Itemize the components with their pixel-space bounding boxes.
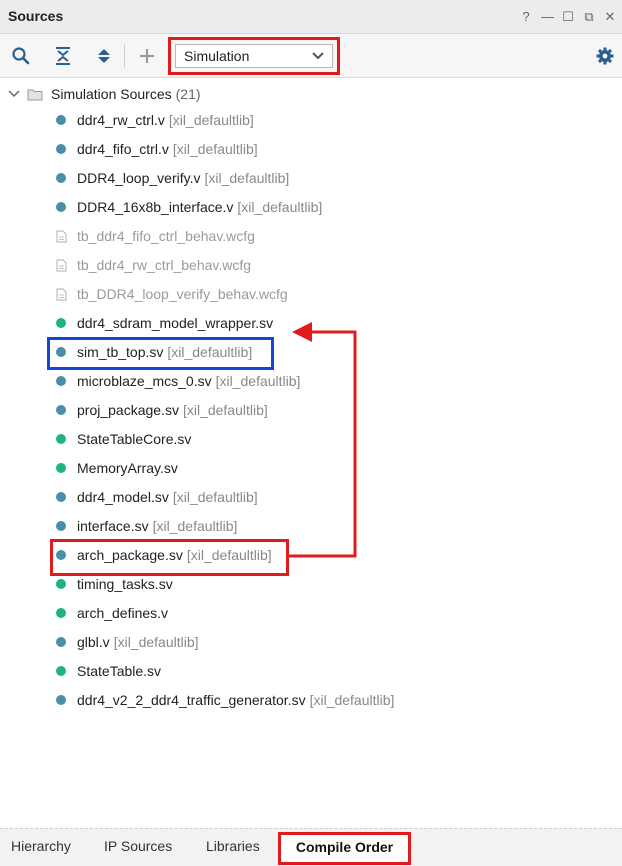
panel-title: Sources bbox=[8, 8, 64, 24]
tree-item-name: ddr4_rw_ctrl.v bbox=[77, 112, 165, 128]
status-dot-green-icon bbox=[56, 608, 66, 618]
tree-item[interactable]: StateTable.sv bbox=[56, 660, 161, 682]
tree-item-library: [xil_defaultlib] bbox=[172, 489, 258, 505]
file-icon bbox=[56, 230, 67, 242]
status-dot-blue-icon bbox=[56, 202, 66, 212]
file-icon bbox=[56, 259, 67, 271]
tree-item[interactable]: ddr4_v2_2_ddr4_traffic_generator.sv [xil_… bbox=[56, 689, 394, 711]
help-icon[interactable]: ? bbox=[520, 10, 532, 23]
tree-item-library: [xil_defaultlib] bbox=[152, 518, 238, 534]
tree-item-name: microblaze_mcs_0.sv bbox=[77, 373, 212, 389]
status-dot-green-icon bbox=[56, 579, 66, 589]
tree-item-name: proj_package.sv bbox=[77, 402, 179, 418]
float-icon[interactable]: ⧉ bbox=[583, 10, 595, 23]
bottom-tab-bar: Hierarchy IP Sources Libraries Compile O… bbox=[0, 828, 622, 866]
sources-toolbar: Simulation bbox=[0, 34, 622, 78]
tree-item-name: tb_ddr4_rw_ctrl_behav.wcfg bbox=[77, 257, 252, 273]
tree-root-simulation-sources[interactable]: Simulation Sources (21) bbox=[8, 84, 201, 104]
search-icon[interactable] bbox=[11, 46, 31, 66]
tree-item-name: DDR4_16x8b_interface.v bbox=[77, 199, 234, 215]
tree-item-library: [xil_defaultlib] bbox=[309, 692, 395, 708]
status-dot-blue-icon bbox=[56, 144, 66, 154]
status-dot-blue-icon bbox=[56, 405, 66, 415]
tree-item-name: glbl.v bbox=[77, 634, 110, 650]
close-icon[interactable]: ✕ bbox=[604, 10, 616, 23]
file-icon bbox=[56, 288, 67, 300]
tree-item-name: MemoryArray.sv bbox=[77, 460, 178, 476]
status-dot-green-icon bbox=[56, 318, 66, 328]
tree-item-name: ddr4_model.sv bbox=[77, 489, 169, 505]
tree-item-name: tb_ddr4_fifo_ctrl_behav.wcfg bbox=[77, 228, 255, 244]
gear-icon[interactable] bbox=[595, 46, 615, 66]
tab-ip-sources[interactable]: IP Sources bbox=[104, 838, 172, 854]
tree-item[interactable]: timing_tasks.sv bbox=[56, 573, 173, 595]
tree-item[interactable]: StateTableCore.sv bbox=[56, 428, 191, 450]
tree-item-name: ddr4_fifo_ctrl.v bbox=[77, 141, 169, 157]
tree-item[interactable]: glbl.v [xil_defaultlib] bbox=[56, 631, 199, 653]
status-dot-blue-icon bbox=[56, 173, 66, 183]
collapse-all-icon[interactable] bbox=[53, 46, 73, 66]
window-controls: ? — ☐ ⧉ ✕ bbox=[520, 10, 616, 23]
tree-item[interactable]: tb_ddr4_rw_ctrl_behav.wcfg bbox=[56, 254, 251, 276]
tree-item[interactable]: ddr4_sdram_model_wrapper.sv bbox=[56, 312, 273, 334]
folder-icon bbox=[27, 89, 43, 100]
panel-titlebar: Sources ? — ☐ ⧉ ✕ bbox=[0, 0, 622, 34]
tree-item-name: StateTableCore.sv bbox=[77, 431, 192, 447]
tab-compile-order[interactable]: Compile Order bbox=[278, 832, 411, 865]
tree-item-library: [xil_defaultlib] bbox=[204, 170, 290, 186]
status-dot-blue-icon bbox=[56, 115, 66, 125]
tree-item-library: [xil_defaultlib] bbox=[172, 141, 258, 157]
tree-item-library: [xil_defaultlib] bbox=[215, 373, 301, 389]
add-icon[interactable] bbox=[137, 46, 157, 66]
tree-item-name: arch_defines.v bbox=[77, 605, 169, 621]
toolbar-separator bbox=[124, 44, 125, 68]
tree-item-name: interface.sv bbox=[77, 518, 149, 534]
tree-item[interactable]: interface.sv [xil_defaultlib] bbox=[56, 515, 237, 537]
status-dot-blue-icon bbox=[56, 376, 66, 386]
tree-item[interactable]: ddr4_model.sv [xil_defaultlib] bbox=[56, 486, 258, 508]
minimize-icon[interactable]: — bbox=[541, 10, 554, 23]
tree-item[interactable]: DDR4_16x8b_interface.v [xil_defaultlib] bbox=[56, 196, 322, 218]
tree-item-name: DDR4_loop_verify.v bbox=[77, 170, 201, 186]
tree-item[interactable]: proj_package.sv [xil_defaultlib] bbox=[56, 399, 268, 421]
tree-item-library: [xil_defaultlib] bbox=[237, 199, 323, 215]
tree-root-label: Simulation Sources bbox=[51, 86, 172, 102]
tree-item[interactable]: tb_ddr4_fifo_ctrl_behav.wcfg bbox=[56, 225, 255, 247]
expand-all-icon[interactable] bbox=[94, 46, 114, 66]
tree-item-name: timing_tasks.sv bbox=[77, 576, 173, 592]
tree-item[interactable]: microblaze_mcs_0.sv [xil_defaultlib] bbox=[56, 370, 300, 392]
status-dot-blue-icon bbox=[56, 521, 66, 531]
tree-item[interactable]: ddr4_fifo_ctrl.v [xil_defaultlib] bbox=[56, 138, 258, 160]
view-select-highlight: Simulation bbox=[168, 37, 340, 75]
tree-item-name: ddr4_sdram_model_wrapper.sv bbox=[77, 315, 274, 331]
tree-item-name: tb_DDR4_loop_verify_behav.wcfg bbox=[77, 286, 288, 302]
chevron-down-icon bbox=[312, 52, 324, 60]
status-dot-blue-icon bbox=[56, 695, 66, 705]
status-dot-blue-icon bbox=[56, 637, 66, 647]
status-dot-green-icon bbox=[56, 434, 66, 444]
tree-item-library: [xil_defaultlib] bbox=[113, 634, 199, 650]
view-select[interactable]: Simulation bbox=[175, 44, 333, 68]
maximize-icon[interactable]: ☐ bbox=[562, 10, 574, 23]
tree-item[interactable]: MemoryArray.sv bbox=[56, 457, 178, 479]
view-select-value: Simulation bbox=[184, 48, 250, 64]
chevron-down-icon[interactable] bbox=[8, 89, 20, 99]
tree-item-library: [xil_defaultlib] bbox=[168, 112, 254, 128]
tree-item[interactable]: ddr4_rw_ctrl.v [xil_defaultlib] bbox=[56, 109, 254, 131]
status-dot-blue-icon bbox=[56, 492, 66, 502]
tree-item-library: [xil_defaultlib] bbox=[182, 402, 268, 418]
highlight-sim-tb-top bbox=[47, 337, 274, 370]
tree-item[interactable]: tb_DDR4_loop_verify_behav.wcfg bbox=[56, 283, 288, 305]
tab-libraries[interactable]: Libraries bbox=[206, 838, 260, 854]
tab-hierarchy[interactable]: Hierarchy bbox=[11, 838, 71, 854]
highlight-arch-package bbox=[50, 539, 289, 576]
tree-item-name: ddr4_v2_2_ddr4_traffic_generator.sv bbox=[77, 692, 306, 708]
tree-root-count: (21) bbox=[175, 86, 201, 102]
tree-item-name: StateTable.sv bbox=[77, 663, 162, 679]
status-dot-green-icon bbox=[56, 463, 66, 473]
tree-item[interactable]: DDR4_loop_verify.v [xil_defaultlib] bbox=[56, 167, 289, 189]
tree-item[interactable]: arch_defines.v bbox=[56, 602, 168, 624]
status-dot-green-icon bbox=[56, 666, 66, 676]
